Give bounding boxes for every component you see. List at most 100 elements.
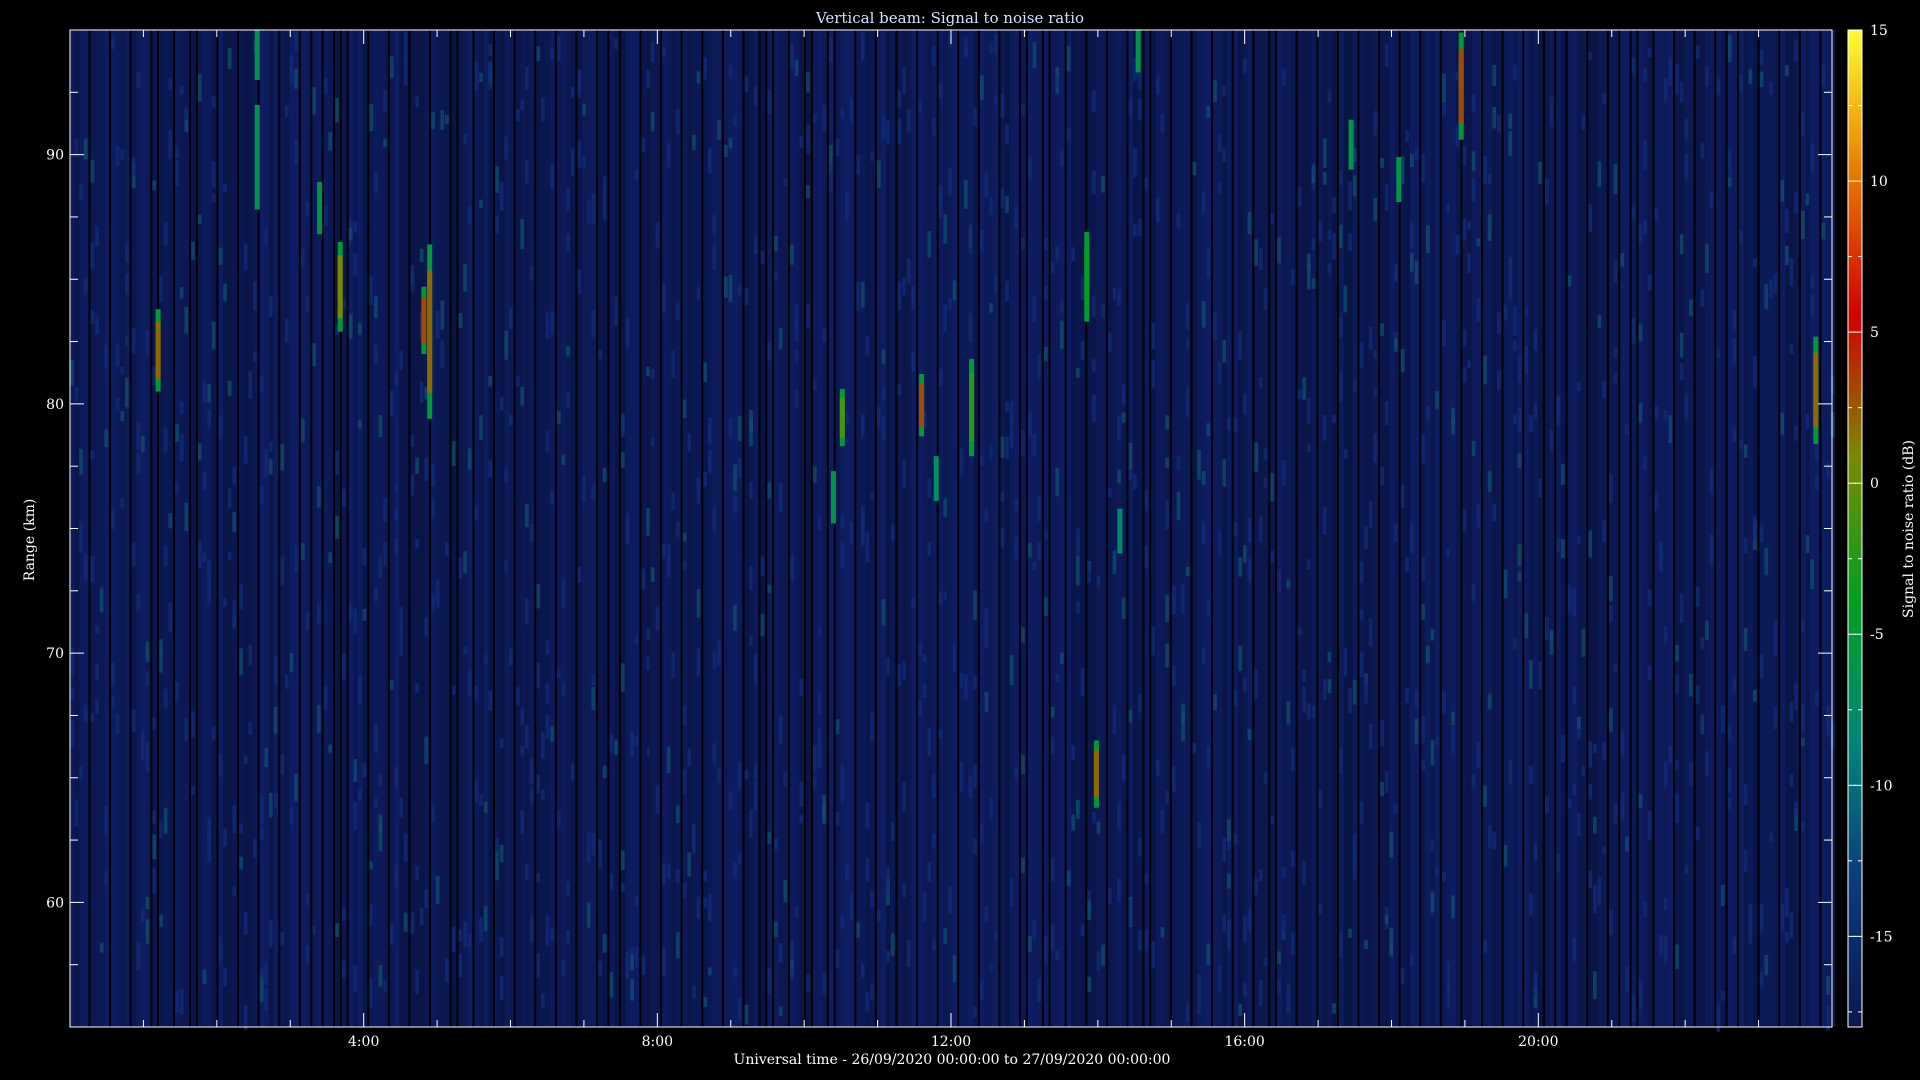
heatmap-noise-cell bbox=[1785, 208, 1789, 234]
heatmap-noise-cell bbox=[1343, 449, 1348, 459]
heatmap-noise-cell bbox=[120, 497, 125, 509]
heatmap-column bbox=[1206, 30, 1211, 1027]
heatmap-noise-cell bbox=[911, 351, 916, 373]
heatmap-noise-cell bbox=[646, 656, 650, 671]
heatmap-noise-cell bbox=[369, 275, 374, 306]
heatmap-noise-cell bbox=[1389, 944, 1394, 954]
heatmap-noise-cell bbox=[1684, 865, 1689, 874]
heatmap-noise-cell bbox=[1055, 467, 1060, 497]
profile-gap bbox=[346, 30, 349, 1027]
heatmap-noise-cell bbox=[959, 447, 964, 477]
heatmap-noise-cell bbox=[451, 686, 456, 695]
heatmap-column bbox=[1009, 30, 1015, 1027]
heatmap-noise-cell bbox=[829, 162, 833, 192]
heatmap-noise-cell bbox=[1709, 191, 1714, 208]
heatmap-noise-cell bbox=[125, 273, 129, 295]
heatmap-noise-cell bbox=[1679, 82, 1684, 102]
heatmap-noise-cell bbox=[541, 732, 545, 759]
heatmap-noise-cell bbox=[1414, 718, 1419, 727]
heatmap-column bbox=[163, 30, 169, 1027]
heatmap-noise-cell bbox=[104, 806, 109, 836]
heatmap-noise-cell bbox=[1389, 831, 1394, 858]
heatmap-noise-cell bbox=[570, 86, 575, 98]
heatmap-noise-cell bbox=[1716, 1004, 1721, 1032]
heatmap-noise-cell bbox=[1121, 412, 1126, 423]
heatmap-column bbox=[440, 30, 445, 1027]
heatmap-noise-cell bbox=[1659, 934, 1663, 956]
heatmap-noise-cell bbox=[799, 678, 804, 696]
heatmap-noise-cell bbox=[1549, 96, 1554, 127]
heatmap-noise-cell bbox=[451, 926, 456, 952]
heatmap-noise-cell bbox=[1307, 397, 1311, 424]
heatmap-noise-cell bbox=[488, 44, 493, 57]
heatmap-noise-cell bbox=[877, 406, 881, 429]
heatmap-column bbox=[467, 30, 473, 1027]
heatmap-noise-cell bbox=[1192, 742, 1197, 752]
heatmap-noise-cell bbox=[557, 410, 561, 425]
profile-gap bbox=[1522, 30, 1525, 1027]
heatmap-column bbox=[520, 30, 525, 1027]
heatmap-noise-cell bbox=[1373, 198, 1378, 221]
heatmap-noise-cell bbox=[598, 839, 602, 869]
profile-gap bbox=[195, 30, 198, 1027]
heatmap-noise-cell bbox=[890, 524, 895, 541]
heatmap-noise-cell bbox=[790, 244, 794, 265]
heatmap-noise-cell bbox=[849, 99, 854, 123]
heatmap-noise-cell bbox=[1654, 493, 1659, 511]
profile-gap bbox=[618, 30, 621, 1027]
heatmap-noise-cell bbox=[1700, 290, 1705, 307]
heatmap-noise-cell bbox=[1613, 260, 1618, 283]
heatmap-noise-cell bbox=[1785, 65, 1789, 77]
heatmap-noise-cell bbox=[835, 949, 840, 969]
heatmap-noise-cell bbox=[207, 384, 211, 403]
heatmap-noise-cell bbox=[362, 763, 367, 778]
heatmap-noise-cell bbox=[902, 459, 906, 489]
heatmap-noise-cell bbox=[1663, 626, 1668, 645]
heatmap-noise-cell bbox=[870, 712, 874, 742]
heatmap-noise-cell bbox=[1263, 772, 1268, 785]
heatmap-noise-cell bbox=[474, 685, 479, 700]
heatmap-noise-cell bbox=[1044, 347, 1048, 362]
heatmap-noise-cell bbox=[602, 176, 607, 202]
heatmap-noise-cell bbox=[1384, 43, 1389, 67]
heatmap-noise-cell bbox=[1032, 919, 1037, 940]
heatmap-noise-cell bbox=[115, 397, 120, 412]
echo-core bbox=[969, 373, 975, 442]
heatmap-noise-cell bbox=[886, 120, 890, 145]
profile-gap bbox=[1798, 30, 1801, 1027]
echo-core bbox=[1813, 352, 1819, 428]
heatmap-noise-cell bbox=[211, 161, 216, 188]
heatmap-noise-cell bbox=[1380, 466, 1384, 485]
heatmap-noise-cell bbox=[813, 777, 817, 788]
profile-gap bbox=[1481, 30, 1484, 1027]
heatmap-noise-cell bbox=[1471, 441, 1476, 456]
heatmap-noise-cell bbox=[1384, 184, 1389, 211]
heatmap-noise-cell bbox=[840, 779, 845, 804]
heatmap-noise-cell bbox=[1435, 737, 1439, 746]
heatmap-noise-cell bbox=[1055, 76, 1060, 87]
heatmap-noise-cell bbox=[1217, 134, 1222, 152]
heatmap-noise-cell bbox=[696, 287, 701, 300]
heatmap-noise-cell bbox=[550, 46, 554, 59]
heatmap-noise-cell bbox=[509, 307, 513, 329]
heatmap-noise-cell bbox=[1243, 677, 1247, 692]
heatmap-noise-cell bbox=[1414, 260, 1419, 285]
heatmap-noise-cell bbox=[152, 868, 157, 894]
profile-gap bbox=[1565, 30, 1568, 1027]
heatmap-noise-cell bbox=[1101, 176, 1105, 193]
heatmap-noise-cell bbox=[708, 147, 712, 174]
heatmap-column bbox=[259, 30, 265, 1027]
heatmap-noise-cell bbox=[1538, 161, 1542, 184]
profile-gap bbox=[1501, 30, 1504, 1027]
heatmap-noise-cell bbox=[1451, 895, 1455, 919]
heatmap-noise-cell bbox=[488, 690, 493, 711]
heatmap-noise-cell bbox=[70, 721, 74, 748]
heatmap-noise-cell bbox=[1801, 738, 1805, 747]
heatmap-noise-cell bbox=[294, 545, 298, 574]
heatmap-noise-cell bbox=[424, 889, 429, 909]
heatmap-column bbox=[870, 30, 875, 1027]
heatmap-noise-cell bbox=[1567, 798, 1572, 809]
heatmap-noise-cell bbox=[1055, 246, 1060, 260]
heatmap-noise-cell bbox=[294, 773, 298, 802]
heatmap-column bbox=[1297, 30, 1303, 1027]
